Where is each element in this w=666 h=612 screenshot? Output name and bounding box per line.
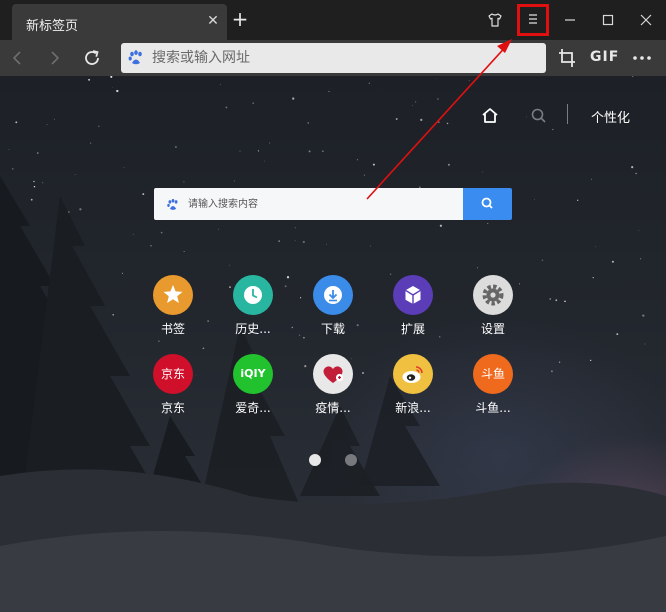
site-logo: 京东 [153, 354, 193, 394]
shortcut-tile[interactable]: iQIY 爱奇... [223, 354, 283, 424]
close-icon[interactable]: ✕ [204, 12, 222, 30]
title-bar: 新标签页 ✕ + [0, 0, 666, 40]
shortcut-tile[interactable]: 扩展 [383, 275, 443, 345]
divider [567, 104, 568, 124]
paw-icon [127, 49, 145, 67]
shortcut-label: 京东 [160, 401, 185, 415]
new-tab-page: 个性化 书签历史...下载扩展设置京东京东iQIY爱奇...疫情...新浪...… [0, 76, 666, 612]
gif-button[interactable]: GIF [590, 49, 619, 73]
extension-icon [393, 275, 433, 315]
more-icon[interactable] [631, 46, 653, 70]
site-logo-text: 斗鱼 [480, 367, 505, 381]
shortcut-label: 扩展 [400, 322, 425, 336]
download-icon [313, 275, 353, 315]
shortcut-label: 历史... [235, 322, 271, 336]
plus-icon[interactable]: + [229, 9, 251, 31]
heart-icon [313, 354, 353, 394]
forward-icon[interactable] [42, 46, 66, 70]
crop-icon[interactable] [556, 46, 578, 70]
shortcut-tile[interactable]: 书签 [143, 275, 203, 345]
shortcut-tile[interactable]: 下载 [303, 275, 363, 345]
clock-icon [233, 275, 273, 315]
shortcut-tile[interactable]: 新浪... [383, 354, 443, 424]
menu-icon[interactable] [517, 4, 549, 36]
shortcut-label: 设置 [480, 322, 505, 336]
shortcut-label: 斗鱼... [475, 401, 511, 415]
refresh-icon[interactable] [80, 46, 104, 70]
minimize-icon[interactable] [557, 8, 583, 32]
search-icon[interactable] [529, 106, 549, 128]
skin-icon[interactable] [482, 8, 508, 32]
weibo-icon [393, 354, 433, 394]
shortcut-label: 新浪... [395, 401, 431, 415]
address-input[interactable] [152, 43, 532, 73]
shortcut-label: 疫情... [315, 401, 351, 415]
search-input[interactable] [188, 188, 458, 220]
shortcut-label: 爱奇... [235, 401, 271, 415]
page-dot-2[interactable] [345, 454, 357, 466]
paw-icon [166, 197, 180, 211]
shortcut-label: 书签 [160, 322, 185, 336]
shortcut-tile[interactable]: 历史... [223, 275, 283, 345]
close-window-icon[interactable] [633, 8, 659, 32]
tab-title: 新标签页 [26, 19, 79, 34]
site-logo: iQIY [233, 354, 273, 394]
site-logo-text: iQIY [240, 367, 266, 380]
tab-new-tab[interactable]: 新标签页 ✕ [12, 4, 227, 40]
search-box[interactable] [154, 188, 464, 220]
site-logo-text: 京东 [160, 367, 185, 381]
address-bar[interactable] [121, 43, 546, 73]
star-icon [153, 275, 193, 315]
personalize-link[interactable]: 个性化 [591, 107, 630, 126]
page-dot-1[interactable] [309, 454, 321, 466]
search-button[interactable] [463, 188, 512, 220]
maximize-icon[interactable] [595, 8, 621, 32]
home-icon[interactable] [480, 106, 500, 128]
search-icon [481, 197, 493, 209]
shortcut-label: 下载 [320, 322, 345, 336]
site-logo: 斗鱼 [473, 354, 513, 394]
back-icon[interactable] [6, 46, 30, 70]
shortcut-tile[interactable]: 京东 京东 [143, 354, 203, 424]
shortcut-tile[interactable]: 设置 [463, 275, 523, 345]
toolbar: GIF [0, 40, 666, 76]
shortcut-tile[interactable]: 斗鱼斗鱼... [463, 354, 523, 424]
shortcut-tile[interactable]: 疫情... [303, 354, 363, 424]
gear-icon [473, 275, 513, 315]
